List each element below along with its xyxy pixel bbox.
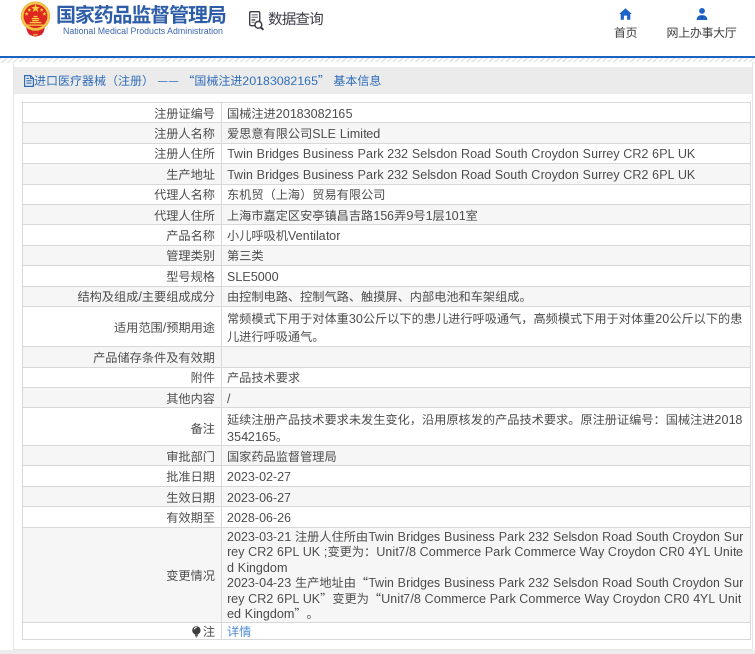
data-query-section[interactable]: 数据查询 xyxy=(249,8,339,38)
footer-strip xyxy=(0,650,755,654)
nav-hall-icon-wrap xyxy=(665,8,738,20)
row-value: 详情 xyxy=(222,622,751,639)
row-label: 变更情况 xyxy=(23,527,222,622)
table-row: 审批部门国家药品监督管理局 xyxy=(23,446,751,466)
table-row: 产品储存条件及有效期 xyxy=(23,347,751,367)
table-row: 变更情况2023-03-21 注册人住所由Twin Bridges Busine… xyxy=(23,527,751,622)
table-row: 管理类别第三类 xyxy=(23,245,751,265)
table-row: 产品名称小儿呼吸机Ventilator xyxy=(23,225,751,245)
row-label: 注 xyxy=(23,622,222,639)
row-label: 注册人名称 xyxy=(23,123,222,143)
table-row: 附件产品技术要求 xyxy=(23,367,751,387)
data-query-icon xyxy=(249,11,264,31)
row-label: 结构及组成/主要组成成分 xyxy=(23,286,222,306)
row-value: / xyxy=(222,388,751,408)
row-label: 型号规格 xyxy=(23,266,222,286)
row-label: 产品名称 xyxy=(23,225,222,245)
table-row: 代理人名称东机贸（上海）贸易有限公司 xyxy=(23,184,751,204)
row-value xyxy=(222,347,751,367)
row-label: 生效日期 xyxy=(23,486,222,506)
table-row: 型号规格SLE5000 xyxy=(23,266,751,286)
table-row: 批准日期2023-02-27 xyxy=(23,466,751,486)
row-value: Twin Bridges Business Park 232 Selsdon R… xyxy=(222,143,751,163)
row-value: Twin Bridges Business Park 232 Selsdon R… xyxy=(222,164,751,184)
nav-home-label: 首页 xyxy=(613,27,638,39)
site-header: 国家药品监督管理局 National Medical Products Admi… xyxy=(0,0,755,56)
row-value: 2028-06-26 xyxy=(222,507,751,527)
breadcrumb: 进口医疗器械（注册） —— “国械注进20183082165” 基本信息 xyxy=(14,67,752,94)
table-row: 生产地址Twin Bridges Business Park 232 Selsd… xyxy=(23,164,751,184)
change-record-line: 2023-04-23 生产地址由“Twin Bridges Business P… xyxy=(227,575,743,622)
row-value: 延续注册产品技术要求未发生变化，沿用原核发的产品技术要求。原注册证编号：国械注进… xyxy=(222,408,751,446)
nav-home[interactable]: 首页 xyxy=(613,8,638,39)
table-row: 备注延续注册产品技术要求未发生变化，沿用原核发的产品技术要求。原注册证编号：国械… xyxy=(23,408,751,446)
row-label: 有效期至 xyxy=(23,507,222,527)
change-record-line: 2023-03-21 注册人住所由Twin Bridges Business P… xyxy=(227,529,743,576)
table-row: 注详情 xyxy=(23,622,751,639)
table-row: 注册证编号国械注进20183082165 xyxy=(23,103,751,123)
site-subtitle: National Medical Products Administration xyxy=(63,26,223,37)
row-value: 爱思意有限公司SLE Limited xyxy=(222,123,751,143)
row-label: 注册人住所 xyxy=(23,143,222,163)
row-value: 常频模式下用于对体重30公斤以下的患儿进行呼吸通气，高频模式下用于对体重20公斤… xyxy=(222,306,751,346)
table-row: 注册人名称爱思意有限公司SLE Limited xyxy=(23,123,751,143)
home-icon xyxy=(619,8,632,20)
row-value: 产品技术要求 xyxy=(222,367,751,387)
row-value: 小儿呼吸机Ventilator xyxy=(222,225,751,245)
row-value: 第三类 xyxy=(222,245,751,265)
content-card: 进口医疗器械（注册） —— “国械注进20183082165” 基本信息 注册证… xyxy=(13,62,753,650)
table-row: 其他内容/ xyxy=(23,388,751,408)
national-emblem-logo[interactable] xyxy=(20,1,51,38)
row-value: 2023-06-27 xyxy=(222,486,751,506)
document-icon xyxy=(24,75,34,87)
info-table-body: 注册证编号国械注进20183082165注册人名称爱思意有限公司SLE Limi… xyxy=(23,103,751,640)
row-label: 生产地址 xyxy=(23,164,222,184)
row-value: SLE5000 xyxy=(222,266,751,286)
row-label: 适用范围/预期用途 xyxy=(23,306,222,346)
row-value: 国家药品监督管理局 xyxy=(222,446,751,466)
bulb-icon xyxy=(192,626,201,638)
row-value: 国械注进20183082165 xyxy=(222,103,751,123)
row-value: 2023-02-27 xyxy=(222,466,751,486)
row-label: 审批部门 xyxy=(23,446,222,466)
row-label: 备注 xyxy=(23,408,222,446)
nav-service-hall-label: 网上办事大厅 xyxy=(665,27,738,39)
breadcrumb-text: 进口医疗器械（注册） —— “国械注进20183082165” 基本信息 xyxy=(34,72,381,89)
table-row: 代理人住所上海市嘉定区安亭镇昌吉路156弄9号1层101室 xyxy=(23,204,751,224)
details-link[interactable]: 详情 xyxy=(227,622,251,640)
info-table: 注册证编号国械注进20183082165注册人名称爱思意有限公司SLE Limi… xyxy=(22,102,751,640)
row-value: 上海市嘉定区安亭镇昌吉路156弄9号1层101室 xyxy=(222,204,751,224)
row-value: 2023-03-21 注册人住所由Twin Bridges Business P… xyxy=(222,527,751,622)
row-label: 管理类别 xyxy=(23,245,222,265)
row-value: 东机贸（上海）贸易有限公司 xyxy=(222,184,751,204)
row-value: 由控制电路、控制气路、触摸屏、内部电池和车架组成。 xyxy=(222,286,751,306)
row-label: 附件 xyxy=(23,367,222,387)
site-title: 国家药品监督管理局 xyxy=(56,3,226,25)
table-row: 有效期至2028-06-26 xyxy=(23,507,751,527)
table-row: 生效日期2023-06-27 xyxy=(23,486,751,506)
row-label: 代理人住所 xyxy=(23,204,222,224)
nav-service-hall[interactable]: 网上办事大厅 xyxy=(665,8,738,39)
row-label: 产品储存条件及有效期 xyxy=(23,347,222,367)
data-query-label: 数据查询 xyxy=(268,10,323,28)
row-label: 代理人名称 xyxy=(23,184,222,204)
table-row: 注册人住所Twin Bridges Business Park 232 Sels… xyxy=(23,143,751,163)
row-label: 其他内容 xyxy=(23,388,222,408)
table-row: 适用范围/预期用途常频模式下用于对体重30公斤以下的患儿进行呼吸通气，高频模式下… xyxy=(23,306,751,346)
nav-home-icon-wrap xyxy=(613,8,638,20)
row-label: 批准日期 xyxy=(23,466,222,486)
table-row: 结构及组成/主要组成成分由控制电路、控制气路、触摸屏、内部电池和车架组成。 xyxy=(23,286,751,306)
row-label: 注册证编号 xyxy=(23,103,222,123)
user-icon xyxy=(696,8,708,20)
